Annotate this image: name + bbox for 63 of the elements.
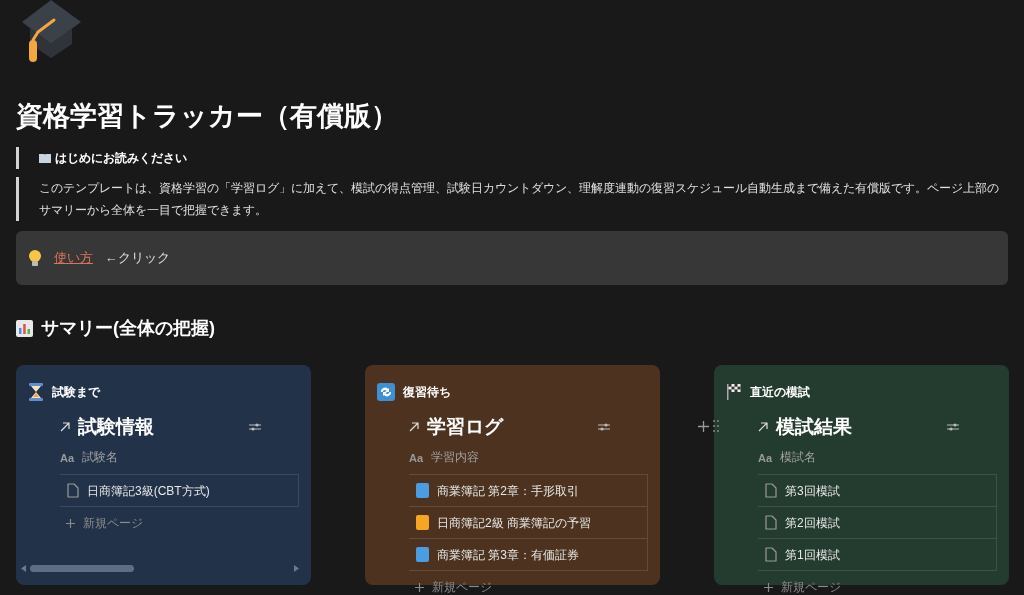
- table-row[interactable]: 日商簿記3級(CBT方式): [60, 475, 298, 507]
- card-label: 直近の模試: [750, 384, 810, 401]
- scroll-right-icon[interactable]: [294, 564, 299, 572]
- bar-chart-icon: [16, 319, 33, 337]
- text-type-icon: Aa: [758, 449, 773, 467]
- row-title: 第3回模試: [785, 482, 840, 500]
- table-row[interactable]: 商業簿記 第3章：有価証券: [409, 539, 647, 571]
- row-title: 日商簿記2級 商業簿記の予習: [437, 514, 591, 532]
- how-to-link[interactable]: 使い方: [54, 248, 93, 268]
- drag-handle-icon[interactable]: [713, 420, 719, 432]
- new-page-button[interactable]: 新規ページ: [415, 574, 492, 595]
- arrow-icon: [758, 422, 768, 432]
- row-title: 第2回模試: [785, 514, 840, 532]
- column-header: 模試名: [780, 450, 817, 466]
- table-row[interactable]: 日商簿記2級 商業簿記の予習: [409, 507, 647, 539]
- plus-icon: [415, 582, 424, 592]
- repeat-icon: [377, 383, 395, 401]
- settings-icon[interactable]: [598, 422, 610, 432]
- text-type-icon: Aa: [60, 449, 75, 467]
- book-icon: [416, 483, 429, 498]
- table-row[interactable]: 第2回模試: [758, 507, 996, 539]
- arrow-icon: [60, 422, 70, 432]
- plus-icon: [66, 518, 75, 528]
- scroll-left-icon[interactable]: [21, 564, 26, 572]
- plus-icon[interactable]: [698, 420, 709, 432]
- page-icon: [765, 483, 777, 498]
- column-header: 試験名: [82, 450, 119, 466]
- row-title: 商業簿記 第3章：有価証券: [437, 546, 579, 564]
- database-title[interactable]: 学習ログ: [427, 412, 503, 442]
- notice-text: このテンプレートは、資格学習の「学習ログ」に加えて、模試の得点管理、試験日カウントダウン、理解度連動の復習スケジュール自動生成まで備えた有償版です。ページ上部のサマリーから全体を一目で把握できます。: [39, 180, 1000, 219]
- page-icon: [765, 547, 777, 562]
- checkered-flag-icon: [726, 383, 742, 401]
- page-title: 資格学習トラッカー（有償版）: [16, 100, 399, 133]
- arrow-icon: [409, 422, 419, 432]
- summary-heading: サマリー(全体の把握): [41, 316, 215, 340]
- table-row[interactable]: 第1回模試: [758, 539, 996, 571]
- row-title: 日商簿記3級(CBT方式): [87, 482, 210, 500]
- notice-heading: はじめにお読みください: [55, 150, 187, 167]
- table-row[interactable]: 商業簿記 第2章：手形取引: [409, 475, 647, 507]
- scrollbar-thumb[interactable]: [30, 564, 134, 572]
- book-icon: [39, 153, 51, 163]
- new-page-button[interactable]: 新規ページ: [764, 574, 841, 595]
- book-icon: [416, 515, 429, 530]
- horizontal-scrollbar[interactable]: [21, 564, 299, 572]
- database-title[interactable]: 模試結果: [776, 412, 852, 442]
- page-icon: [67, 483, 79, 498]
- callout-text: ←クリック: [105, 249, 170, 267]
- table-row[interactable]: 第3回模試: [758, 475, 996, 507]
- column-header: 学習内容: [431, 450, 480, 466]
- hourglass-icon: [28, 383, 44, 401]
- settings-icon[interactable]: [249, 422, 261, 432]
- card-label: 試験まで: [52, 384, 100, 401]
- row-title: 第1回模試: [785, 546, 840, 564]
- database-title[interactable]: 試験情報: [78, 412, 154, 442]
- page-icon: [765, 515, 777, 530]
- text-type-icon: Aa: [409, 449, 424, 467]
- plus-icon: [764, 582, 773, 592]
- card-label: 復習待ち: [403, 384, 451, 401]
- settings-icon[interactable]: [947, 422, 959, 432]
- book-icon: [416, 547, 429, 562]
- row-title: 商業簿記 第2章：手形取引: [437, 482, 579, 500]
- lightbulb-icon: [28, 249, 42, 267]
- new-page-button[interactable]: 新規ページ: [66, 510, 143, 536]
